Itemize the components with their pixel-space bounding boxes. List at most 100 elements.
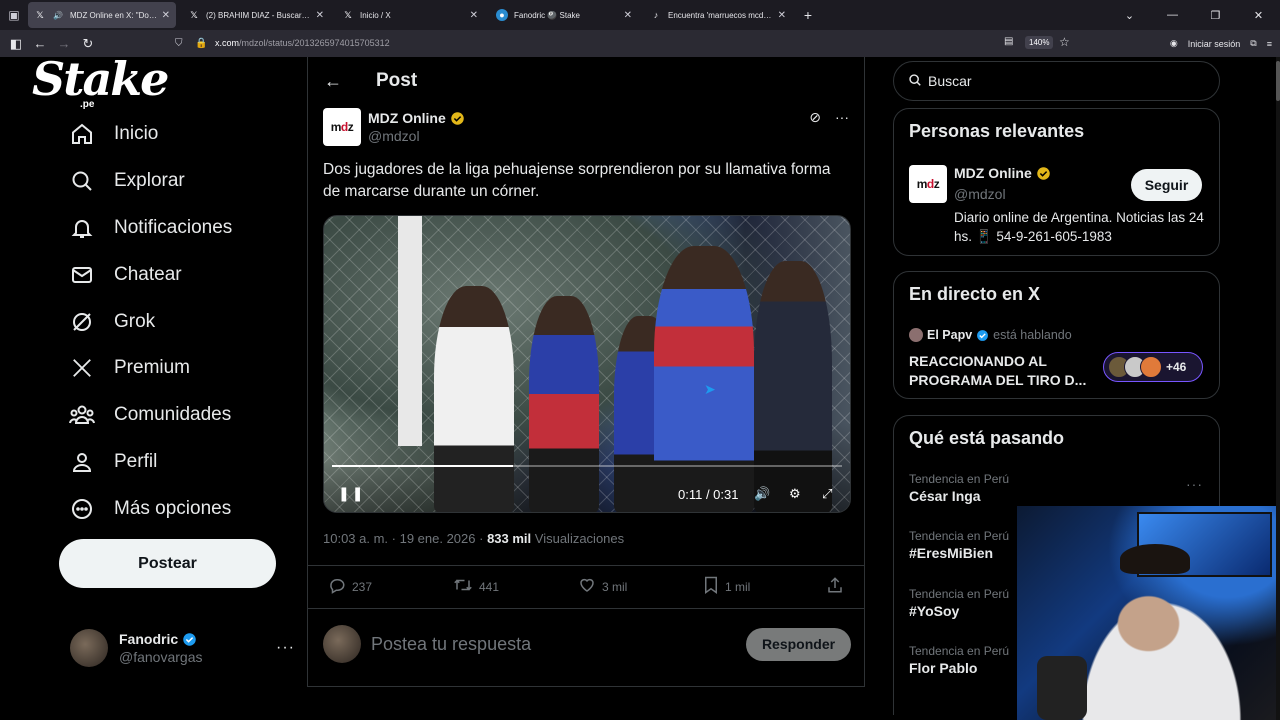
- nav-item-inicio[interactable]: Inicio: [60, 111, 232, 158]
- space-title[interactable]: REACCIONANDO AL PROGRAMA DEL TIRO D...: [909, 352, 1099, 390]
- new-tab-button[interactable]: +: [798, 7, 818, 23]
- video-progress-fill: [332, 465, 514, 467]
- person-name[interactable]: MDZ Online: [954, 165, 1032, 181]
- space-listeners[interactable]: +46: [1103, 352, 1203, 382]
- fullscreen-icon[interactable]: ⤢: [822, 486, 832, 502]
- page-scrollbar[interactable]: [1276, 57, 1280, 720]
- live-spaces-card: En directo en X El Papv está hablando RE…: [893, 271, 1220, 399]
- browser-tab-2[interactable]: 𝕏 (2) BRAHIM DIAZ - Buscar / X ✕: [182, 2, 330, 28]
- extensions-icon[interactable]: ⧉: [1250, 38, 1256, 49]
- post-text: Dos jugadores de la liga pehuajense sorp…: [323, 161, 831, 200]
- zoom-level[interactable]: 140%: [1025, 36, 1054, 49]
- author-avatar[interactable]: mdz: [323, 108, 361, 146]
- close-tab-icon[interactable]: ✕: [316, 10, 324, 21]
- sidebar-toggle-icon[interactable]: ◧: [4, 36, 28, 52]
- reader-view-icon[interactable]: ▤: [1004, 36, 1013, 47]
- stake-logo[interactable]: Stake .pe: [32, 52, 169, 112]
- like-stat[interactable]: 3 mil: [578, 576, 627, 599]
- close-window-icon[interactable]: ✕: [1237, 9, 1280, 22]
- trend-item[interactable]: Tendencia en Perú #EresMiBien: [909, 529, 1009, 561]
- tab-title: Encuentra 'marruecos mcdonald: [668, 10, 774, 20]
- trend-name: César Inga: [909, 488, 981, 504]
- minimize-icon[interactable]: —: [1151, 9, 1194, 21]
- repost-stat[interactable]: 441: [453, 576, 499, 599]
- menu-icon[interactable]: ≡: [1267, 39, 1272, 49]
- trend-name: #EresMiBien: [909, 545, 994, 561]
- more-dots-icon[interactable]: ···: [1186, 476, 1203, 492]
- main-nav: Inicio Explorar Notificaciones Chatear G…: [60, 111, 232, 532]
- close-tab-icon[interactable]: ✕: [470, 10, 478, 21]
- volume-icon[interactable]: 🔊: [754, 486, 770, 502]
- nav-label: Notificaciones: [114, 216, 233, 238]
- browser-tab-3[interactable]: 𝕏 Inicio / X ✕: [336, 2, 484, 28]
- search-icon: [60, 169, 104, 193]
- browser-tab-4[interactable]: ● Fanodric 🎱 Stake ✕: [490, 2, 638, 28]
- tab-list-icon[interactable]: ▣: [0, 0, 28, 30]
- bookmark-icon: [703, 576, 719, 599]
- video-player[interactable]: ➤ ❚❚ 0:11 / 0:31 🔊 ⚙ ⤢: [323, 215, 851, 513]
- nav-label: Inicio: [114, 123, 159, 145]
- lock-icon[interactable]: 🔒: [195, 38, 209, 49]
- forward-icon[interactable]: →: [52, 36, 76, 51]
- card-title: Personas relevantes: [909, 121, 1085, 141]
- search-input[interactable]: Buscar: [893, 61, 1220, 101]
- author-handle[interactable]: @mdzol: [368, 128, 465, 144]
- reply-input[interactable]: Postea tu respuesta: [371, 634, 531, 655]
- pause-icon[interactable]: ❚❚: [338, 485, 365, 502]
- engagement-bar: 237 441 3 mil 1 mil: [308, 565, 864, 609]
- bookmark-star-icon[interactable]: ☆: [1059, 35, 1070, 49]
- nav-item-mas-opciones[interactable]: Más opciones: [60, 485, 232, 532]
- nav-item-grok[interactable]: Grok: [60, 298, 232, 345]
- follow-button[interactable]: Seguir: [1131, 169, 1202, 201]
- microphone: [1037, 656, 1087, 720]
- account-icon[interactable]: ◉: [1170, 38, 1178, 49]
- browser-tab-1[interactable]: 𝕏 🔊 MDZ Online en X: "Dos jugadores ✕: [28, 2, 176, 28]
- signin-link[interactable]: Iniciar sesión: [1188, 39, 1241, 49]
- person-avatar[interactable]: mdz: [909, 165, 947, 203]
- trend-item[interactable]: Tendencia en Perú Flor Pablo: [909, 644, 1009, 676]
- author-name[interactable]: MDZ Online: [368, 110, 446, 126]
- restore-icon[interactable]: ❐: [1194, 9, 1237, 22]
- nav-right-tools: ◉ Iniciar sesión ⧉ ≡: [1170, 30, 1272, 57]
- views-count: 833 mil: [487, 531, 532, 546]
- reply-stat[interactable]: 237: [328, 576, 372, 599]
- nav-item-perfil[interactable]: Perfil: [60, 439, 232, 486]
- close-tab-icon[interactable]: ✕: [624, 10, 632, 21]
- settings-gear-icon[interactable]: ⚙: [789, 486, 801, 502]
- share-stat[interactable]: [826, 576, 850, 599]
- post-author[interactable]: mdz MDZ Online @mdzol: [323, 108, 465, 146]
- account-switcher[interactable]: Fanodric @fanovargas ···: [70, 626, 295, 670]
- nav-item-notificaciones[interactable]: Notificaciones: [60, 205, 232, 252]
- browser-tab-bar: ▣ 𝕏 🔊 MDZ Online en X: "Dos jugadores ✕ …: [0, 0, 1280, 30]
- space-host[interactable]: El Papv está hablando: [909, 328, 1072, 342]
- url-bar[interactable]: ⛉ 🔒 x.com/mdzol/status/20132659740157053…: [175, 32, 1075, 54]
- more-dots-icon[interactable]: ···: [276, 639, 295, 657]
- close-tab-icon[interactable]: ✕: [162, 10, 170, 21]
- grok-icon[interactable]: ⊘: [809, 109, 821, 126]
- nav-item-comunidades[interactable]: Comunidades: [60, 392, 232, 439]
- back-arrow-icon[interactable]: ←: [324, 71, 344, 92]
- nav-item-chatear[interactable]: Chatear: [60, 251, 232, 298]
- close-tab-icon[interactable]: ✕: [778, 10, 786, 21]
- more-dots-icon[interactable]: ···: [835, 109, 849, 126]
- nav-label: Chatear: [114, 263, 182, 285]
- share-icon: [826, 576, 844, 599]
- audio-icon[interactable]: 🔊: [52, 9, 64, 21]
- reload-icon[interactable]: ↻: [76, 36, 100, 52]
- tab-overflow-icon[interactable]: ⌄: [1108, 9, 1151, 22]
- trend-item[interactable]: Tendencia en Perú César Inga: [909, 472, 1009, 504]
- trend-item[interactable]: Tendencia en Perú #YoSoy: [909, 587, 1009, 619]
- scrollbar-thumb[interactable]: [1276, 61, 1280, 101]
- back-icon[interactable]: ←: [28, 36, 52, 51]
- post-button[interactable]: Postear: [59, 539, 276, 588]
- post-timestamp[interactable]: 10:03 a. m. · 19 ene. 2026 ·: [323, 531, 487, 546]
- avatar: [70, 629, 108, 667]
- nav-item-explorar[interactable]: Explorar: [60, 158, 232, 205]
- bookmark-stat[interactable]: 1 mil: [703, 576, 750, 599]
- reply-button[interactable]: Responder: [746, 627, 851, 661]
- shield-icon[interactable]: ⛉: [175, 38, 189, 49]
- browser-tab-5[interactable]: ♪ Encuentra 'marruecos mcdonald ✕: [644, 2, 792, 28]
- video-time: 0:11 / 0:31: [678, 487, 739, 502]
- video-progress-bar[interactable]: [332, 465, 842, 467]
- nav-item-premium[interactable]: Premium: [60, 345, 232, 392]
